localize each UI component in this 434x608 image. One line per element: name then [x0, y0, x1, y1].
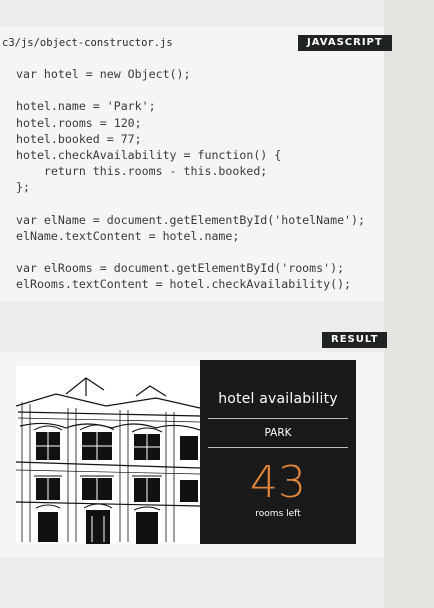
- code-line: var elRooms = document.getElementById('r…: [16, 261, 345, 276]
- card-title: hotel availability: [218, 391, 338, 407]
- code-line: hotel.rooms = 120;: [16, 115, 142, 130]
- rooms-left-count: 43: [250, 457, 306, 508]
- file-path: c3/js/object-constructor.js: [2, 37, 173, 49]
- code-line: hotel.booked = 77;: [16, 131, 142, 146]
- page-margin: [384, 0, 434, 608]
- code-line: };: [16, 180, 30, 195]
- code-line: var elName = document.getElementById('ho…: [16, 212, 366, 227]
- rooms-left-label: rooms left: [255, 509, 301, 519]
- code-block: var hotel = new Object(); hotel.name = 'P…: [16, 66, 365, 293]
- hotel-sketch-illustration: [16, 366, 200, 544]
- code-line: elName.textContent = hotel.name;: [16, 228, 240, 243]
- card-divider: [208, 447, 348, 448]
- code-line: return this.rooms - this.booked;: [16, 164, 268, 179]
- code-line: var hotel = new Object();: [16, 67, 191, 81]
- javascript-tag: JAVASCRIPT: [298, 35, 392, 51]
- hotel-availability-card: hotel availability PARK 43 rooms left: [200, 360, 356, 544]
- card-divider: [208, 418, 348, 419]
- code-line: hotel.checkAvailability = function() {: [16, 147, 282, 162]
- result-tag: RESULT: [322, 332, 388, 348]
- hotel-name: PARK: [264, 427, 292, 439]
- code-line: elRooms.textContent = hotel.checkAvailab…: [16, 277, 352, 292]
- code-line: hotel.name = 'Park';: [16, 99, 156, 114]
